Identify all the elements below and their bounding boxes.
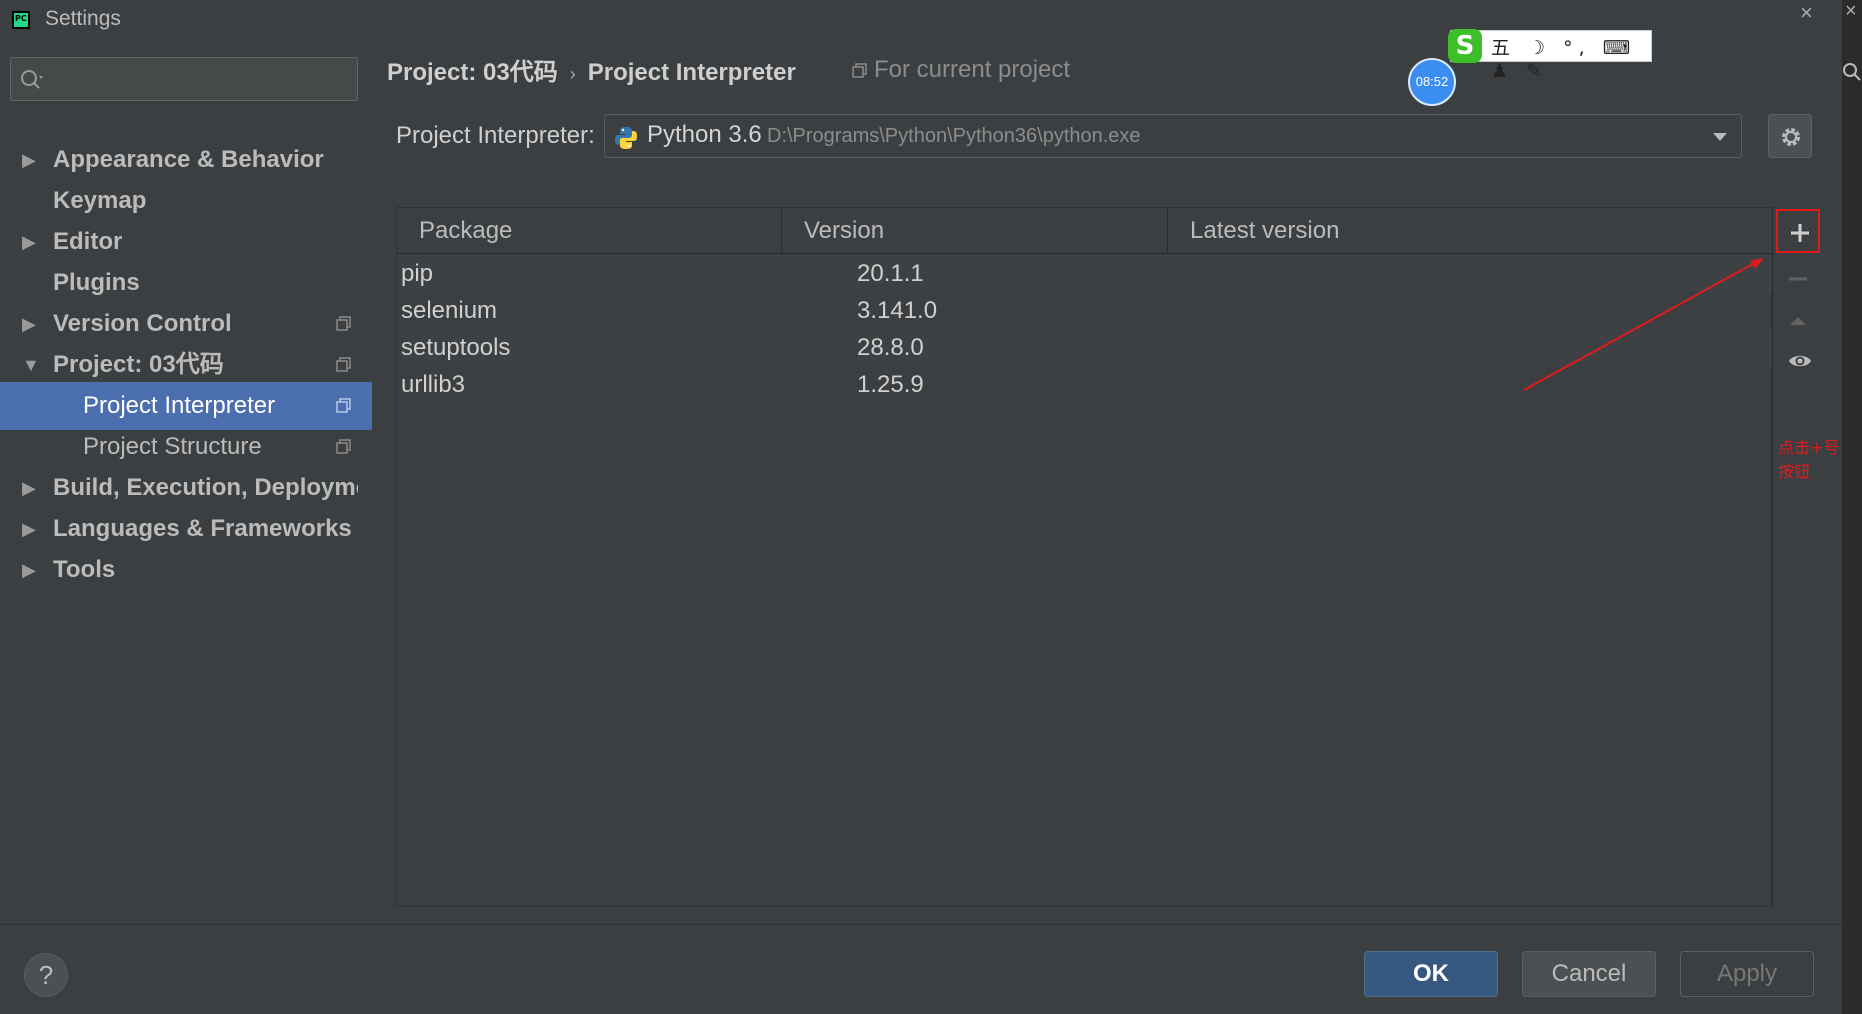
project-settings-copy-icon [336, 357, 351, 372]
background-window-edge: × [1842, 0, 1862, 1014]
background-close-icon: × [1845, 0, 1857, 22]
project-settings-copy-icon [336, 316, 351, 331]
ok-button[interactable]: OK [1364, 951, 1498, 997]
remove-package-button[interactable] [1776, 257, 1820, 301]
table-header: Package Version Latest version [397, 208, 1773, 254]
clock-widget[interactable]: 08:52 [1408, 58, 1456, 106]
python-logo-icon [615, 127, 637, 149]
upgrade-package-button[interactable] [1776, 299, 1820, 343]
package-name: urllib3 [401, 371, 466, 398]
project-settings-copy-icon [336, 398, 351, 413]
breadcrumb-page: Project Interpreter [587, 59, 796, 86]
table-row[interactable]: setuptools 28.8.0 [397, 329, 1773, 366]
settings-search-field[interactable] [10, 57, 358, 101]
package-version: 1.25.9 [857, 371, 924, 398]
package-version: 28.8.0 [857, 334, 924, 361]
table-row[interactable]: selenium 3.141.0 [397, 292, 1773, 329]
search-input[interactable] [51, 62, 341, 96]
interpreter-settings-button[interactable] [1768, 114, 1812, 158]
chevron-down-icon[interactable] [1711, 127, 1729, 145]
annotation-label: 点击+号按钮 [1778, 438, 1840, 481]
help-button[interactable]: ? [24, 953, 68, 997]
upgrade-arrow-icon [1790, 317, 1806, 325]
breadcrumb-separator: › [569, 64, 576, 84]
column-header-package[interactable]: Package [397, 208, 782, 254]
eye-icon [1789, 355, 1811, 367]
package-version: 3.141.0 [857, 297, 938, 324]
gear-icon [1782, 128, 1800, 146]
package-name: selenium [401, 297, 498, 324]
show-early-releases-button[interactable] [1776, 339, 1820, 383]
column-header-version[interactable]: Version [782, 208, 1168, 254]
ime-toolbar[interactable]: S 五 ☽ °, ⌨ ♟ ✎ [1448, 29, 1652, 82]
close-window-button[interactable]: × [1800, 0, 1813, 26]
package-version: 20.1.1 [857, 260, 924, 287]
packages-table[interactable]: Package Version Latest version pip 20.1.… [396, 207, 1773, 907]
sidebar-item-label: Tools [53, 556, 116, 583]
pycharm-logo-icon [12, 11, 30, 29]
add-package-button[interactable] [1776, 209, 1820, 253]
dialog-footer: ? OK Cancel Apply [0, 924, 1842, 1014]
plus-icon [1791, 224, 1809, 242]
expand-arrow-icon[interactable]: ▶ [22, 546, 36, 594]
cancel-button[interactable]: Cancel [1522, 951, 1656, 997]
interpreter-path: D:\Programs\Python\Python36\python.exe [767, 125, 1141, 147]
background-search-icon [1843, 63, 1861, 81]
apply-button[interactable]: Apply [1680, 951, 1814, 997]
ime-toolbar-icons[interactable]: 五 ☽ °, ⌨ ♟ ✎ [1491, 33, 1651, 82]
packages-toolbar [1772, 207, 1822, 907]
interpreter-label: Project Interpreter: [396, 122, 595, 149]
window-title: Settings [45, 7, 121, 30]
table-row[interactable]: urllib3 1.25.9 [397, 366, 1773, 403]
ime-logo-icon: S [1448, 29, 1482, 63]
column-header-latest-version[interactable]: Latest version [1168, 208, 1773, 254]
minus-icon [1789, 277, 1807, 281]
package-name: setuptools [401, 334, 511, 361]
for-current-project-label: For current project [874, 56, 1071, 83]
project-settings-copy-icon [336, 439, 351, 454]
package-name: pip [401, 260, 434, 287]
project-settings-copy-icon [852, 62, 867, 78]
interpreter-dropdown[interactable]: Python 3.6 D:\Programs\Python\Python36\p… [604, 114, 1742, 158]
table-row[interactable]: pip 20.1.1 [397, 255, 1773, 292]
for-current-project-hint: For current project [852, 56, 1070, 84]
sidebar-item-tools[interactable]: ▶ Tools [0, 546, 372, 594]
breadcrumb-project: Project: 03代码 [387, 59, 558, 86]
main-panel: Project: 03代码 › Project Interpreter For cu… [372, 42, 1842, 924]
settings-sidebar: ▶ Appearance & Behavior Keymap ▶ Editor … [0, 42, 372, 924]
interpreter-name: Python 3.6 [647, 121, 762, 148]
search-icon [21, 70, 43, 89]
breadcrumb: Project: 03代码 › Project Interpreter [387, 52, 796, 87]
